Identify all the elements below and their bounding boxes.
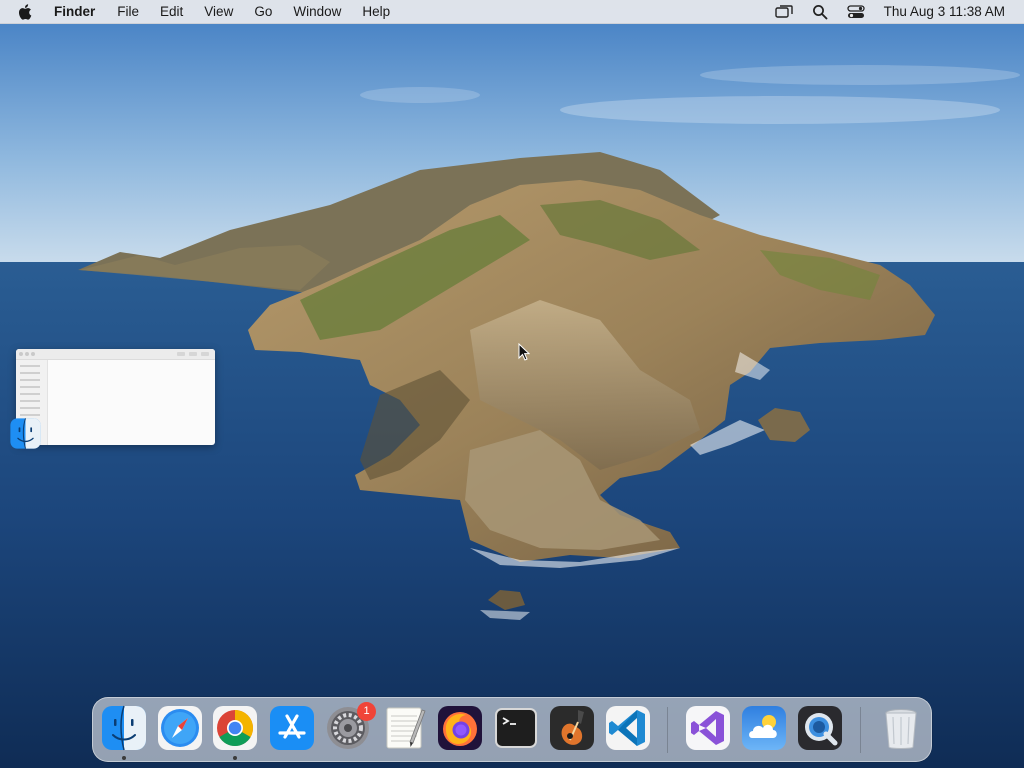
menu-bar-clock[interactable]: Thu Aug 3 11:38 AM	[884, 4, 1005, 19]
app-store-icon	[270, 706, 314, 750]
mouse-cursor	[518, 343, 530, 361]
dock-item-vscode[interactable]	[604, 704, 652, 752]
menu-go[interactable]: Go	[254, 4, 272, 19]
window-toolbar	[177, 352, 209, 356]
chrome-icon	[213, 706, 257, 750]
dock-item-safari[interactable]	[156, 704, 204, 752]
dock-item-trash[interactable]	[877, 704, 925, 752]
menu-app-name[interactable]: Finder	[54, 4, 95, 19]
dock-separator	[860, 707, 861, 753]
status-area: Thu Aug 3 11:38 AM	[758, 0, 1024, 24]
dock-item-app-store[interactable]	[268, 704, 316, 752]
terminal-icon	[495, 708, 537, 748]
apple-menu-icon[interactable]	[18, 3, 36, 21]
finder-icon	[102, 705, 146, 751]
dock-item-terminal[interactable]	[492, 704, 540, 752]
dock-item-garageband[interactable]	[548, 704, 596, 752]
quicktime-icon	[798, 706, 842, 750]
menu-bar: Finder File Edit View Go Window Help Thu…	[0, 0, 1024, 24]
vscode-icon	[606, 706, 650, 750]
spotlight-search-icon[interactable]	[810, 3, 830, 21]
dock-separator	[667, 707, 668, 753]
trash-icon	[885, 709, 917, 749]
garageband-icon	[550, 706, 594, 750]
dock-item-visual-studio[interactable]	[684, 704, 732, 752]
notification-badge: 1	[357, 702, 376, 721]
dock: 1	[92, 697, 932, 762]
control-center-icon[interactable]	[846, 3, 866, 21]
menu-file[interactable]: File	[117, 4, 139, 19]
dock-item-system-preferences[interactable]: 1	[324, 702, 376, 752]
minimized-finder-window[interactable]	[16, 349, 215, 445]
menu-window[interactable]: Window	[293, 4, 341, 19]
dock-item-textedit[interactable]	[380, 704, 428, 752]
menu-view[interactable]: View	[204, 4, 233, 19]
dock-item-finder[interactable]	[100, 704, 148, 752]
finder-window-app-icon	[10, 418, 41, 449]
running-indicator-chrome	[233, 756, 237, 760]
safari-icon	[158, 706, 202, 750]
weather-icon	[742, 706, 786, 750]
dock-item-firefox[interactable]	[436, 704, 484, 752]
firefox-icon	[438, 706, 482, 750]
dock-item-quicktime[interactable]	[796, 704, 844, 752]
menu-edit[interactable]: Edit	[160, 4, 183, 19]
menu-help[interactable]: Help	[362, 4, 390, 19]
dock-item-weather[interactable]	[740, 704, 788, 752]
window-title-bar[interactable]	[16, 349, 215, 360]
dock-item-chrome[interactable]	[211, 704, 259, 752]
visual-studio-icon	[686, 706, 730, 750]
window-controls	[19, 352, 35, 356]
screen-mirroring-icon[interactable]	[774, 3, 794, 21]
running-indicator-finder	[122, 756, 126, 760]
textedit-icon	[386, 707, 426, 749]
